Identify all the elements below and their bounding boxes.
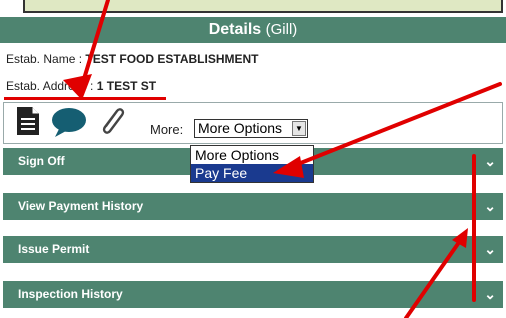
option-more-options[interactable]: More Options — [191, 146, 313, 164]
paperclip-icon[interactable] — [97, 105, 127, 144]
annotation-underline — [4, 97, 166, 100]
document-icon[interactable] — [16, 106, 40, 141]
section-label: View Payment History — [18, 199, 144, 213]
chevron-down-icon[interactable]: ⌄ — [484, 236, 496, 263]
chevron-down-icon[interactable]: ⌄ — [484, 281, 496, 308]
estab-name-value: TEST FOOD ESTABLISHMENT — [85, 52, 259, 66]
dropdown-arrow-icon[interactable]: ▼ — [292, 121, 306, 136]
estab-name-label: Estab. Name : — [6, 52, 83, 66]
section-label: Issue Permit — [18, 242, 90, 256]
section-view-payment-history[interactable]: View Payment History ⌄ — [3, 193, 503, 220]
details-title: Details — [208, 21, 262, 38]
section-label: Inspection History — [18, 287, 123, 301]
section-label: Sign Off — [18, 154, 65, 168]
estab-address-value: 1 TEST ST — [96, 79, 157, 93]
comment-icon[interactable] — [50, 107, 88, 142]
section-inspection-history[interactable]: Inspection History ⌄ — [3, 281, 503, 308]
estab-name-line: Estab. Name : TEST FOOD ESTABLISHMENT — [6, 52, 258, 66]
chevron-down-icon[interactable]: ⌄ — [484, 193, 496, 220]
details-subtitle: (Gill) — [265, 21, 298, 38]
chevron-down-icon[interactable]: ⌄ — [484, 148, 496, 175]
option-pay-fee[interactable]: Pay Fee — [191, 164, 313, 182]
toolbar: More: More Options ▼ — [3, 102, 503, 144]
section-issue-permit[interactable]: Issue Permit ⌄ — [3, 236, 503, 263]
more-options-dropdown: More Options Pay Fee — [190, 145, 314, 183]
estab-address-label: Estab. Address : — [6, 79, 94, 93]
details-header: Details (Gill) — [0, 17, 506, 43]
more-label: More: — [150, 122, 184, 137]
top-note-bar — [23, 0, 503, 13]
more-options-select-value: More Options — [198, 120, 283, 136]
estab-address-line: Estab. Address : 1 TEST ST — [6, 79, 156, 93]
more-options-select[interactable]: More Options ▼ — [194, 119, 308, 138]
